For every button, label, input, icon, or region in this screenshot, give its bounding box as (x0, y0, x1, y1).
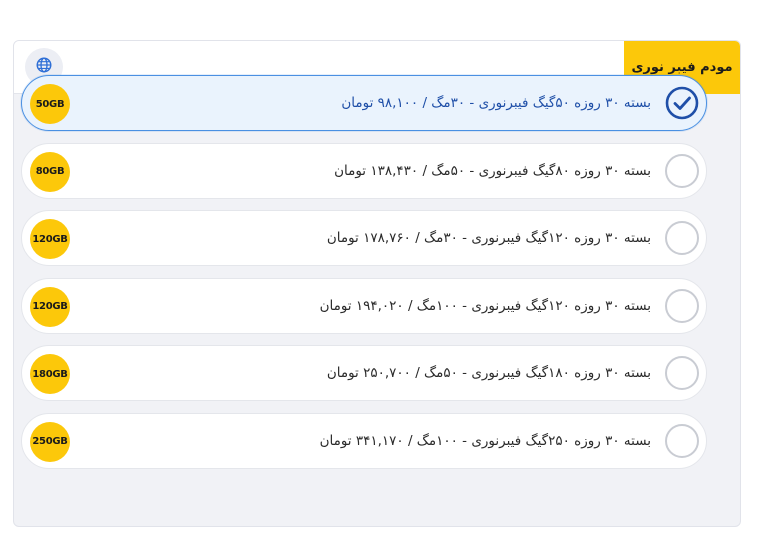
package-option[interactable]: بسته ۳۰ روزه ۲۵۰گیگ فیبرنوری - ۱۰۰مگ / ۳… (21, 412, 707, 469)
package-option[interactable]: بسته ۳۰ روزه ۸۰گیگ فیبرنوری - ۵۰مگ / ۱۳۸… (21, 142, 707, 199)
package-option[interactable]: بسته ۳۰ روزه ۱۸۰گیگ فیبرنوری - ۵۰مگ / ۲۵… (21, 345, 707, 401)
package-option[interactable]: بسته ۳۰ روزه ۱۲۰گیگ فیبرنوری - ۱۰۰مگ / ۱… (21, 277, 707, 334)
package-option[interactable]: بسته ۳۰ روزه ۱۲۰گیگ فیبرنوری - ۳۰مگ / ۱۷… (21, 210, 707, 266)
package-label: بسته ۳۰ روزه ۱۲۰گیگ فیبرنوری - ۳۰مگ / ۱۷… (326, 230, 651, 246)
package-label: بسته ۳۰ روزه ۵۰گیگ فیبرنوری - ۳۰مگ / ۹۸,… (341, 95, 651, 111)
volume-badge: 120GB (30, 219, 70, 259)
radio-button[interactable] (665, 356, 699, 390)
radio-button[interactable] (665, 288, 699, 323)
check-circle-icon[interactable] (665, 86, 699, 120)
package-option[interactable]: بسته ۳۰ روزه ۵۰گیگ فیبرنوری - ۳۰مگ / ۹۸,… (21, 75, 707, 131)
package-options-list: بسته ۳۰ روزه ۵۰گیگ فیبرنوری - ۳۰مگ / ۹۸,… (21, 75, 707, 480)
radio-button[interactable] (665, 153, 699, 188)
package-label: بسته ۳۰ روزه ۲۵۰گیگ فیبرنوری - ۱۰۰مگ / ۳… (319, 432, 651, 449)
volume-badge: 180GB (30, 354, 70, 394)
volume-badge: 250GB (30, 421, 70, 462)
volume-badge: 50GB (30, 84, 70, 124)
package-label: بسته ۳۰ روزه ۱۸۰گیگ فیبرنوری - ۵۰مگ / ۲۵… (326, 365, 651, 381)
package-label: بسته ۳۰ روزه ۸۰گیگ فیبرنوری - ۵۰مگ / ۱۳۸… (334, 162, 651, 179)
radio-button[interactable] (665, 221, 699, 255)
volume-badge: 120GB (30, 286, 70, 327)
package-label: بسته ۳۰ روزه ۱۲۰گیگ فیبرنوری - ۱۰۰مگ / ۱… (319, 297, 651, 314)
radio-button[interactable] (665, 423, 699, 458)
volume-badge: 80GB (30, 151, 70, 192)
